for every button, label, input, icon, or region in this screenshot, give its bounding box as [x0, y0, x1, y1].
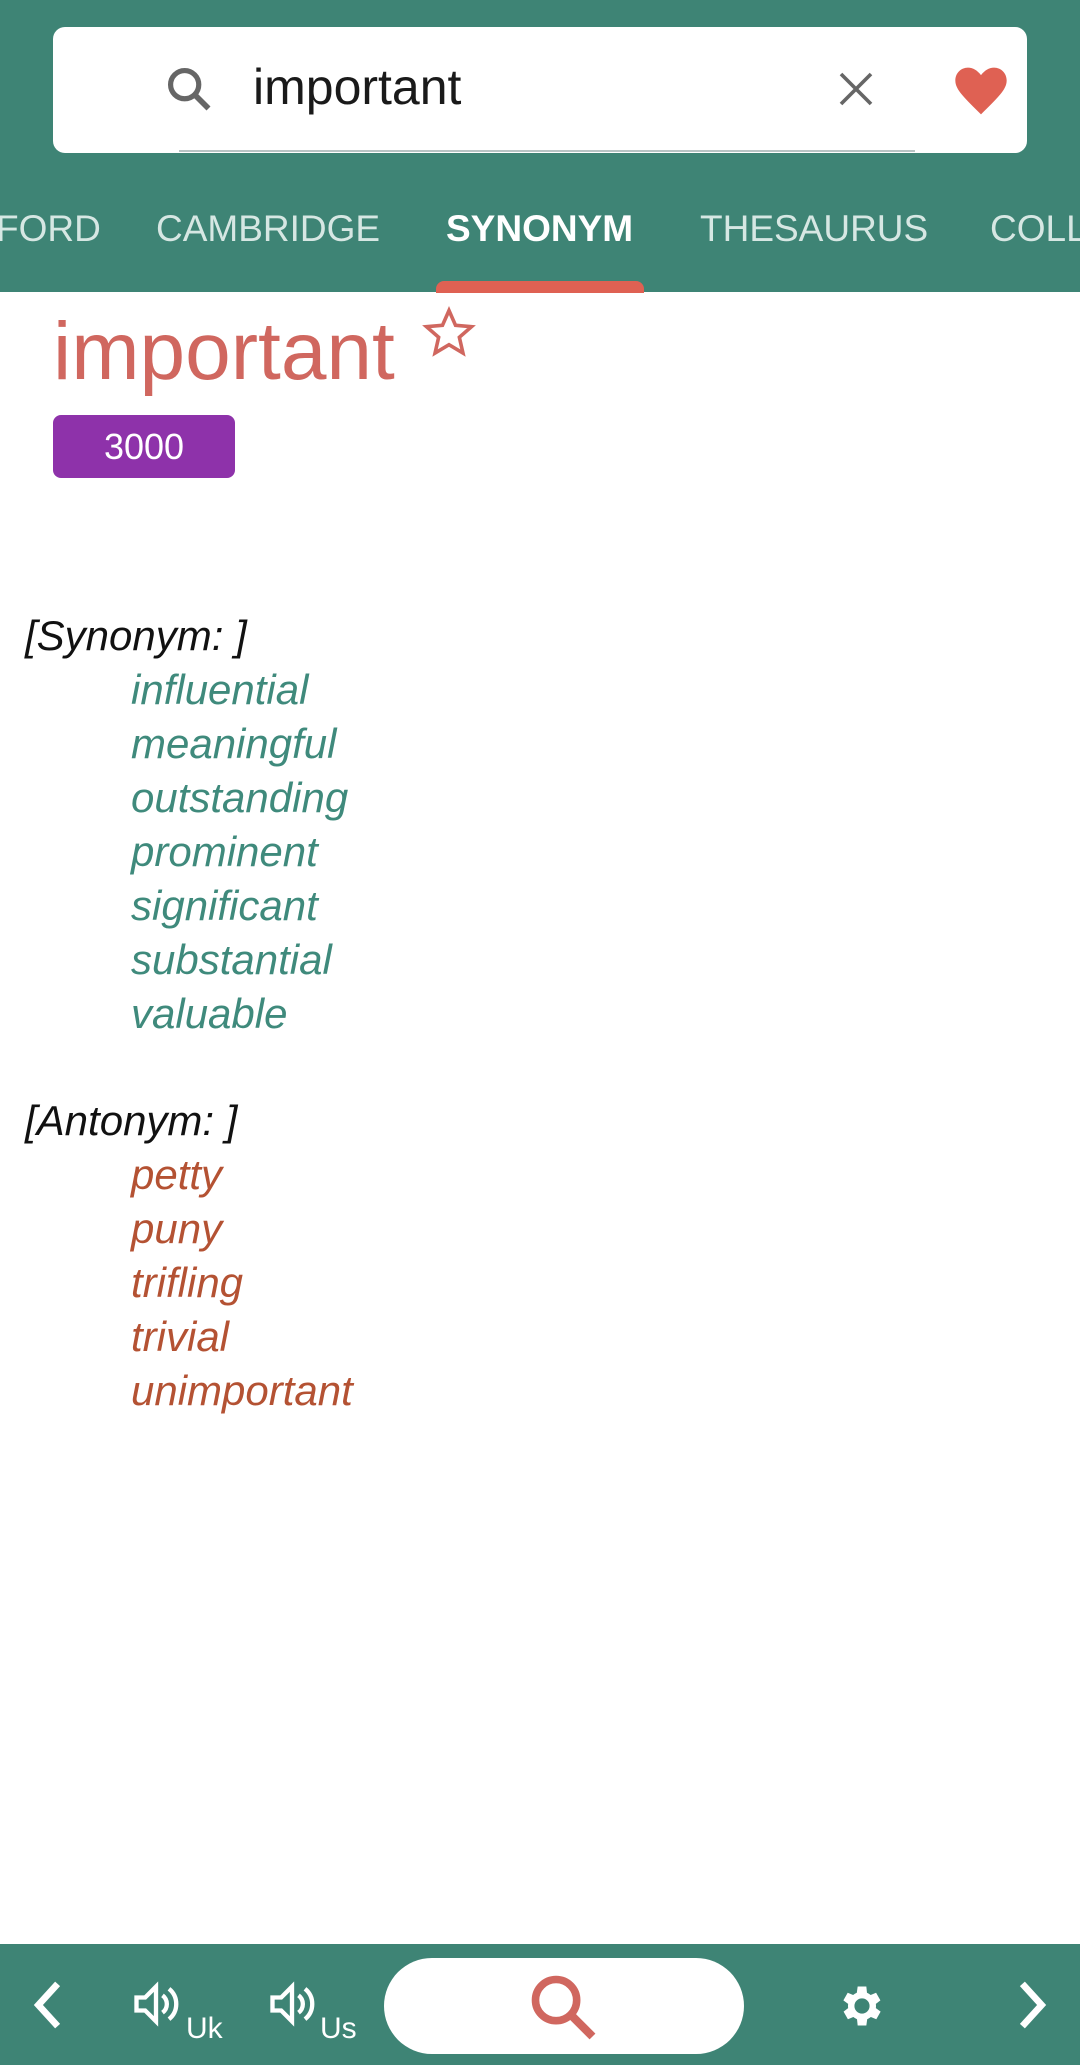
search-button[interactable]	[384, 1958, 744, 2054]
dictionary-tabs: FORD CAMBRIDGE SYNONYM THESAURUS COLL	[0, 200, 1080, 292]
synonym-item[interactable]: valuable	[131, 990, 287, 1038]
synonym-item[interactable]: significant	[131, 882, 318, 930]
us-label: Us	[320, 2012, 357, 2045]
star-icon[interactable]	[422, 306, 476, 360]
antonym-item[interactable]: trivial	[131, 1313, 229, 1361]
speaker-us-icon[interactable]	[266, 1978, 318, 2030]
active-tab-indicator	[436, 281, 644, 293]
antonym-item[interactable]: petty	[131, 1151, 222, 1199]
synonym-item[interactable]: meaningful	[131, 720, 336, 768]
tab-cambridge[interactable]: CAMBRIDGE	[156, 208, 380, 250]
gear-icon[interactable]	[836, 1980, 888, 2032]
heart-icon[interactable]	[953, 63, 1009, 119]
synonym-label: [Synonym: ]	[25, 612, 247, 659]
app-header: important FORD CAMBRIDGE SYNONYM THESAUR…	[0, 0, 1080, 293]
tab-synonym[interactable]: SYNONYM	[446, 208, 633, 250]
close-icon[interactable]	[836, 69, 876, 109]
input-underline	[179, 150, 915, 152]
frequency-badge: 3000	[53, 415, 235, 478]
tab-thesaurus[interactable]: THESAURUS	[700, 208, 928, 250]
search-icon	[531, 1975, 596, 2040]
antonym-item[interactable]: trifling	[131, 1259, 243, 1307]
search-bar: important	[53, 27, 1027, 153]
synonym-item[interactable]: substantial	[131, 936, 332, 984]
tab-oxford[interactable]: FORD	[0, 208, 101, 250]
search-icon[interactable]	[163, 63, 215, 115]
antonym-item[interactable]: unimportant	[131, 1367, 353, 1415]
entry-word: important	[53, 306, 395, 397]
bottom-toolbar: Uk Us	[0, 1944, 1080, 2065]
chevron-left-icon[interactable]	[28, 1980, 68, 2030]
chevron-right-icon[interactable]	[1012, 1980, 1052, 2030]
synonym-item[interactable]: influential	[131, 666, 308, 714]
search-input[interactable]: important	[253, 57, 461, 117]
antonym-item[interactable]: puny	[131, 1205, 222, 1253]
antonym-label: [Antonym: ]	[25, 1097, 238, 1144]
tab-collins[interactable]: COLL	[990, 208, 1080, 250]
speaker-uk-icon[interactable]	[130, 1978, 182, 2030]
uk-label: Uk	[186, 2012, 223, 2045]
synonym-item[interactable]: outstanding	[131, 774, 348, 822]
synonym-item[interactable]: prominent	[131, 828, 318, 876]
